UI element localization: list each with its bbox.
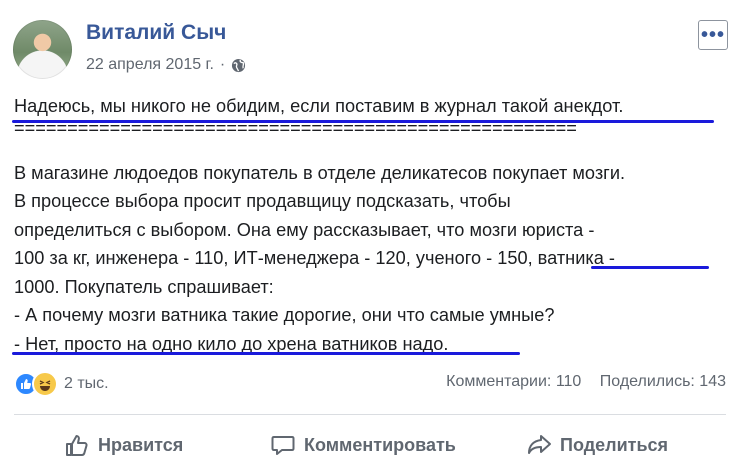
comments-count[interactable]: Комментарии: 110 [446,373,581,390]
more-options-icon: ••• [700,24,725,46]
comment-label: Комментировать [304,434,456,455]
reaction-stats: 2 тыс. Комментарии: 110 Поделились: 143 [14,371,726,399]
haha-reaction-icon [32,371,58,397]
highlight-underline [12,352,520,355]
like-button[interactable]: Нравится [64,425,183,465]
share-label: Поделиться [560,434,669,455]
post-line: В процессе выбора просит продавщицу подс… [14,191,511,211]
post-text: Надеюсь, мы никого не обидим, если поста… [14,92,729,358]
action-bar: Нравится Комментировать Поделиться [0,425,738,465]
reactions-summary[interactable]: 2 тыс. [14,371,109,397]
shares-count[interactable]: Поделились: 143 [600,373,726,390]
like-label: Нравится [98,434,184,455]
highlight-underline [591,266,709,269]
post-line: Надеюсь, мы никого не обидим, если поста… [14,96,624,116]
post-meta: 22 апреля 2015 г. · [86,56,246,74]
thumbs-up-icon [66,435,88,456]
reaction-count: 2 тыс. [64,375,109,392]
divider [14,414,726,415]
post-line [14,137,729,159]
highlight-underline [12,120,714,123]
avatar[interactable] [13,20,72,79]
comment-button[interactable]: Комментировать [270,425,456,465]
post-options-button[interactable]: ••• [698,20,728,50]
post-date[interactable]: 22 апреля 2015 г. [86,56,214,74]
share-icon [528,435,551,454]
globe-icon[interactable] [231,58,246,73]
author-name[interactable]: Виталий Сыч [86,21,226,45]
meta-separator: · [219,56,226,73]
post-line: - А почему мозги ватника такие дорогие, … [14,305,555,325]
comment-icon [271,436,295,455]
post-line: В магазине людоедов покупатель в отделе … [14,162,626,183]
post-line: определиться с выбором. Она ему рассказы… [14,219,595,240]
post-line: 1000. Покупатель спрашивает: [14,276,274,297]
share-button[interactable]: Поделиться [526,425,668,465]
engagement-counts: Комментарии: 110 Поделились: 143 [446,373,726,391]
